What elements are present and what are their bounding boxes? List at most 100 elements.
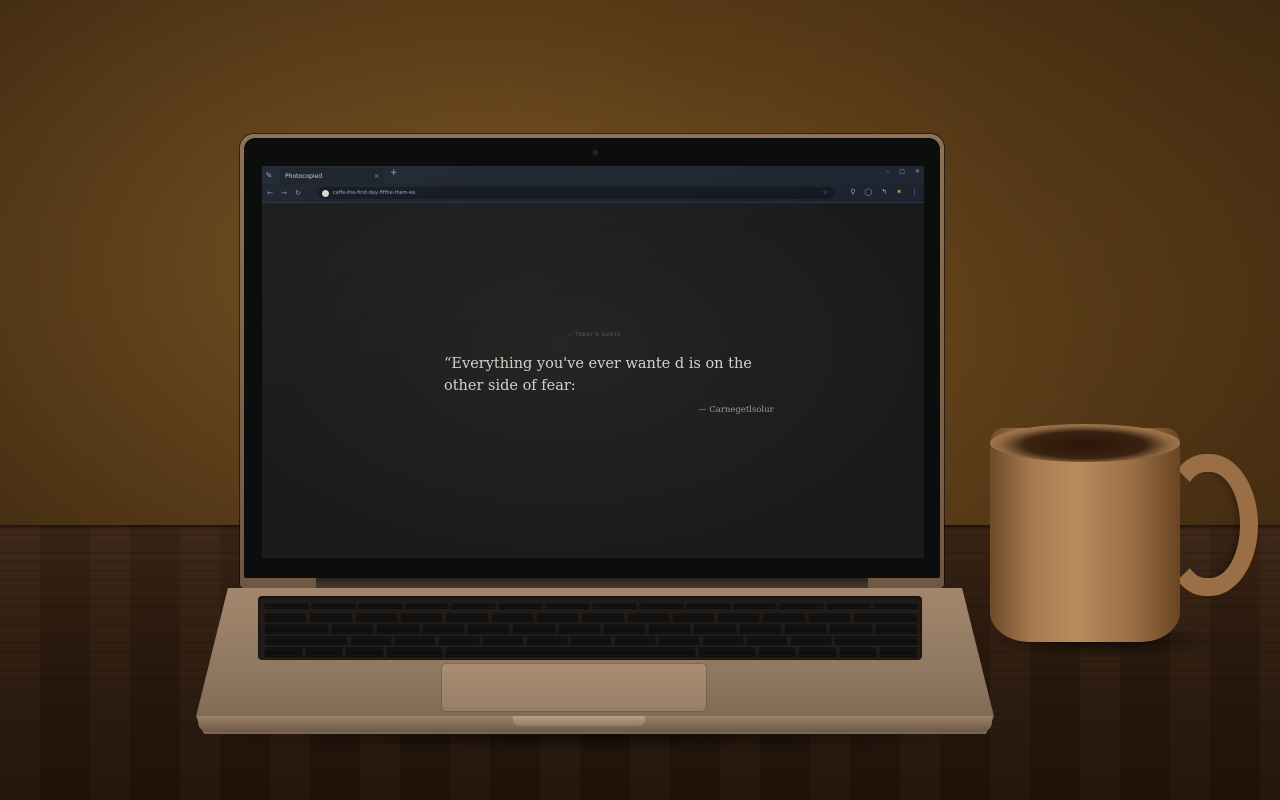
bookmark-star-icon[interactable]: ☆ xyxy=(823,189,828,196)
window-controls: – ▢ ✕ xyxy=(886,168,920,175)
browser-tab[interactable]: Photocopied × xyxy=(280,168,384,184)
forward-button[interactable]: → xyxy=(278,189,290,197)
key[interactable] xyxy=(874,623,919,633)
space-key[interactable] xyxy=(445,646,696,656)
key[interactable] xyxy=(648,623,692,633)
key[interactable] xyxy=(545,601,591,608)
key[interactable] xyxy=(784,623,828,633)
key[interactable] xyxy=(264,611,308,622)
minimize-icon[interactable]: – xyxy=(886,168,889,175)
key[interactable] xyxy=(466,623,511,633)
laptop-screen: ✎ Photocopied × + – ▢ ✕ ← → ↻ ceffe-the-… xyxy=(262,166,924,558)
trackpad[interactable] xyxy=(441,663,707,712)
back-button[interactable]: ← xyxy=(264,189,276,197)
key[interactable] xyxy=(309,611,353,622)
menu-icon[interactable]: ⋮ xyxy=(911,188,918,196)
key[interactable] xyxy=(693,623,737,633)
key[interactable] xyxy=(451,601,497,608)
photo-scene: ✎ Photocopied × + – ▢ ✕ ← → ↻ ceffe-the-… xyxy=(0,0,1280,800)
key[interactable] xyxy=(264,634,348,645)
mug-rim-coffee xyxy=(990,424,1180,462)
key[interactable] xyxy=(581,611,625,622)
key[interactable] xyxy=(445,611,489,622)
key[interactable] xyxy=(350,634,392,645)
key[interactable] xyxy=(746,634,788,645)
key[interactable] xyxy=(512,623,556,633)
search-icon[interactable]: ⚲ xyxy=(850,188,855,196)
key[interactable] xyxy=(798,646,837,656)
key[interactable] xyxy=(385,646,444,656)
key[interactable] xyxy=(602,623,647,633)
reload-button[interactable]: ↻ xyxy=(292,189,304,197)
key[interactable] xyxy=(702,634,744,645)
quote-text: “Everything you've ever wante d is on th… xyxy=(444,356,752,394)
key[interactable] xyxy=(376,623,420,633)
tab-title: Photocopied xyxy=(285,172,323,180)
extension-icon[interactable]: ✶ xyxy=(896,188,902,196)
key[interactable] xyxy=(879,646,918,656)
key-row-top xyxy=(264,623,919,633)
key[interactable] xyxy=(834,634,918,645)
new-tab-button[interactable]: + xyxy=(390,168,398,178)
key[interactable] xyxy=(698,646,756,656)
key[interactable] xyxy=(526,634,568,645)
key[interactable] xyxy=(626,611,670,622)
key-row-fn xyxy=(264,600,919,610)
key[interactable] xyxy=(399,611,444,622)
key[interactable] xyxy=(738,623,783,633)
key[interactable] xyxy=(570,634,612,645)
key[interactable] xyxy=(853,611,919,622)
tab-search-icon[interactable]: ✎ xyxy=(262,166,276,184)
key-row-home xyxy=(264,634,918,645)
key[interactable] xyxy=(304,646,344,656)
share-icon[interactable]: ↰ xyxy=(881,188,887,196)
browser-tab-bar: ✎ Photocopied × + – ▢ ✕ xyxy=(262,166,924,184)
key[interactable] xyxy=(732,601,778,608)
key[interactable] xyxy=(638,601,684,608)
tab-close-icon[interactable]: × xyxy=(374,173,379,180)
key[interactable] xyxy=(438,634,480,645)
key[interactable] xyxy=(330,623,375,633)
key[interactable] xyxy=(807,611,852,622)
key[interactable] xyxy=(592,601,637,608)
key[interactable] xyxy=(357,601,403,608)
close-window-icon[interactable]: ✕ xyxy=(915,168,920,175)
key[interactable] xyxy=(873,601,919,608)
key[interactable] xyxy=(535,611,580,622)
key[interactable] xyxy=(658,634,700,645)
key[interactable] xyxy=(354,611,398,622)
key[interactable] xyxy=(790,634,832,645)
key[interactable] xyxy=(264,646,303,656)
key[interactable] xyxy=(482,634,524,645)
webcam-icon xyxy=(592,149,599,156)
key[interactable] xyxy=(394,634,436,645)
key[interactable] xyxy=(614,634,656,645)
address-bar[interactable]: ceffe-the-first-day-fifthe-them-ka ☆ xyxy=(318,187,834,199)
key[interactable] xyxy=(757,646,797,656)
key[interactable] xyxy=(685,601,731,608)
key[interactable] xyxy=(421,623,465,633)
key[interactable] xyxy=(829,623,873,633)
key[interactable] xyxy=(498,601,544,608)
quote-author: — Carnegetlsolur xyxy=(698,405,774,415)
key[interactable] xyxy=(671,611,716,622)
key[interactable] xyxy=(717,611,761,622)
profile-icon[interactable]: ◯ xyxy=(864,188,872,196)
key[interactable] xyxy=(345,646,384,656)
maximize-icon[interactable]: ▢ xyxy=(899,168,905,175)
key[interactable] xyxy=(490,611,534,622)
key[interactable] xyxy=(826,601,872,608)
toolbar-icons: ⚲ ◯ ↰ ✶ ⋮ xyxy=(850,188,918,196)
key-row-bottom xyxy=(264,646,918,656)
browser-toolbar: ← → ↻ ceffe-the-first-day-fifthe-them-ka… xyxy=(262,184,924,203)
keyboard xyxy=(264,600,919,656)
key[interactable] xyxy=(838,646,878,656)
key[interactable] xyxy=(264,601,309,608)
key[interactable] xyxy=(264,623,329,633)
site-info-icon[interactable] xyxy=(322,189,329,197)
key[interactable] xyxy=(404,601,450,608)
key[interactable] xyxy=(762,611,806,622)
key[interactable] xyxy=(310,601,356,608)
key[interactable] xyxy=(779,601,825,608)
key[interactable] xyxy=(557,623,601,633)
